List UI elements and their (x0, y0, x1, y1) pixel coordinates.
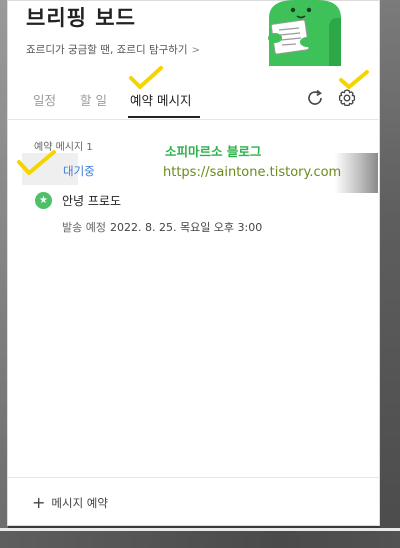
tab-schedule[interactable]: 일정 (33, 90, 56, 109)
check-annotation-icon (129, 66, 163, 89)
page-title: 브리핑 보드 (26, 6, 136, 30)
star-avatar-icon: ★ (35, 192, 52, 209)
status-badge: 대기중 (63, 164, 95, 178)
jordi-mascot-illustration (268, 0, 341, 66)
explore-jordi-link[interactable]: 죠르디가 궁금할 땐, 죠르디 탐구하기 > (26, 42, 200, 57)
tabs-divider (8, 119, 380, 120)
add-reserved-message-button[interactable]: + 메시지 예약 (32, 492, 108, 512)
send-datetime: 2022. 8. 25. 목요일 오후 3:00 (109, 221, 263, 234)
briefing-board-panel (7, 0, 380, 526)
chevron-right-icon: > (191, 45, 200, 56)
add-reserved-message-label: 메시지 예약 (51, 496, 108, 510)
tab-reserved-message[interactable]: 예약 메시지 (130, 90, 191, 109)
background-bottom-strip (0, 528, 400, 531)
send-label: 발송 예정 (62, 221, 106, 234)
background-bottom (0, 528, 400, 548)
refresh-icon[interactable] (305, 88, 325, 108)
check-annotation-icon (17, 150, 56, 175)
background-right (380, 0, 400, 548)
check-annotation-icon (339, 70, 369, 89)
active-tab-indicator (128, 116, 200, 118)
tab-todo[interactable]: 할 일 (80, 90, 107, 109)
send-schedule-info: 발송 예정 2022. 8. 25. 목요일 오후 3:00 (62, 219, 262, 235)
plus-icon: + (32, 493, 46, 512)
footer-divider (8, 477, 380, 478)
watermark-url: https://saintone.tistory.com (163, 165, 342, 180)
reserved-message-item[interactable]: 안녕 프로도 (62, 192, 121, 209)
explore-jordi-label: 죠르디가 궁금할 땐, 죠르디 탐구하기 (26, 44, 188, 56)
